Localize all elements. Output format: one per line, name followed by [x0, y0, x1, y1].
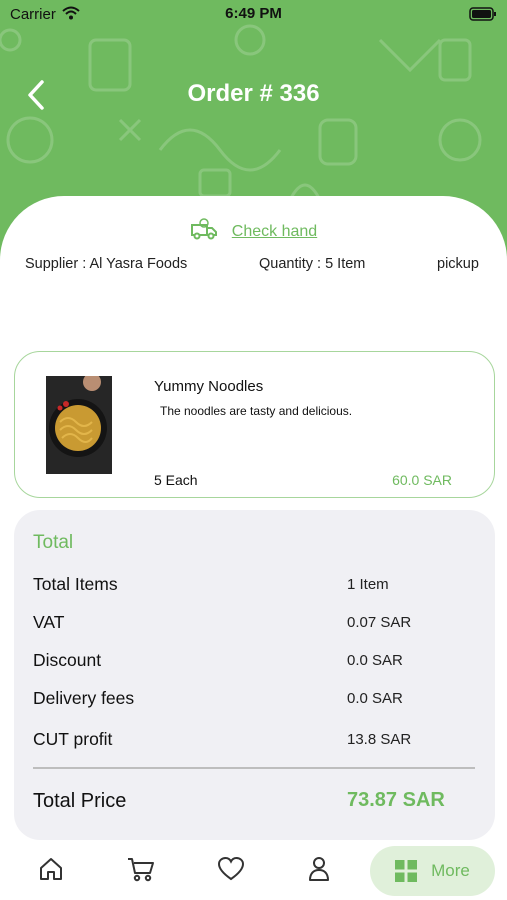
status-bar: Carrier 6:49 PM	[0, 0, 507, 28]
product-quantity: 5 Each	[154, 472, 198, 488]
home-icon	[40, 858, 62, 880]
summary-divider	[33, 767, 475, 769]
discount-value: 0.0 SAR	[347, 652, 403, 669]
total-items-label: Total Items	[33, 574, 118, 594]
check-hand-link[interactable]: Check hand	[232, 223, 317, 241]
supplier-label: Supplier : Al Yasra Foods	[25, 256, 188, 272]
product-description: The noodles are tasty and delicious.	[160, 404, 353, 418]
vat-label: VAT	[33, 612, 65, 632]
battery-icon	[469, 7, 497, 25]
heart-icon	[217, 856, 245, 881]
grid-icon	[395, 860, 418, 882]
discount-label: Discount	[33, 650, 102, 670]
quantity-label: Quantity : 5 Item	[259, 256, 366, 272]
vat-value: 0.07 SAR	[347, 614, 412, 631]
nav-home-button[interactable]	[34, 852, 68, 886]
cut-profit-label: CUT profit	[33, 729, 113, 749]
cart-icon	[128, 858, 154, 882]
product-price: 60.0 SAR	[392, 472, 452, 488]
delivery-method-label: pickup	[437, 256, 479, 272]
delivery-fees-label: Delivery fees	[33, 688, 135, 708]
nav-cart-button[interactable]	[124, 852, 158, 886]
summary-title: Total	[33, 532, 74, 553]
check-hand-row: Check hand	[0, 218, 507, 245]
delivery-fees-value: 0.0 SAR	[347, 690, 403, 707]
total-price-label: Total Price	[33, 790, 127, 812]
cut-profit-value: 13.8 SAR	[347, 731, 412, 748]
page-title: Order # 336	[187, 80, 320, 107]
product-card[interactable]: Yummy Noodles The noodles are tasty and …	[14, 351, 495, 498]
clock: 6:49 PM	[225, 5, 282, 22]
product-name: Yummy Noodles	[154, 378, 264, 395]
nav-more-label: More	[431, 861, 470, 880]
total-price-value: 73.87 SAR	[347, 789, 445, 811]
product-image	[46, 376, 112, 474]
bottom-nav: More	[0, 840, 507, 900]
nav-more-button[interactable]: More	[370, 846, 495, 896]
total-items-value: 1 Item	[347, 576, 389, 593]
user-icon	[309, 857, 329, 881]
delivery-truck-icon	[190, 218, 218, 245]
order-summary: Total Total Items 1 Item VAT 0.07 SAR Di…	[14, 510, 495, 840]
nav-profile-button[interactable]	[302, 852, 336, 886]
nav-favorites-button[interactable]	[214, 852, 248, 886]
